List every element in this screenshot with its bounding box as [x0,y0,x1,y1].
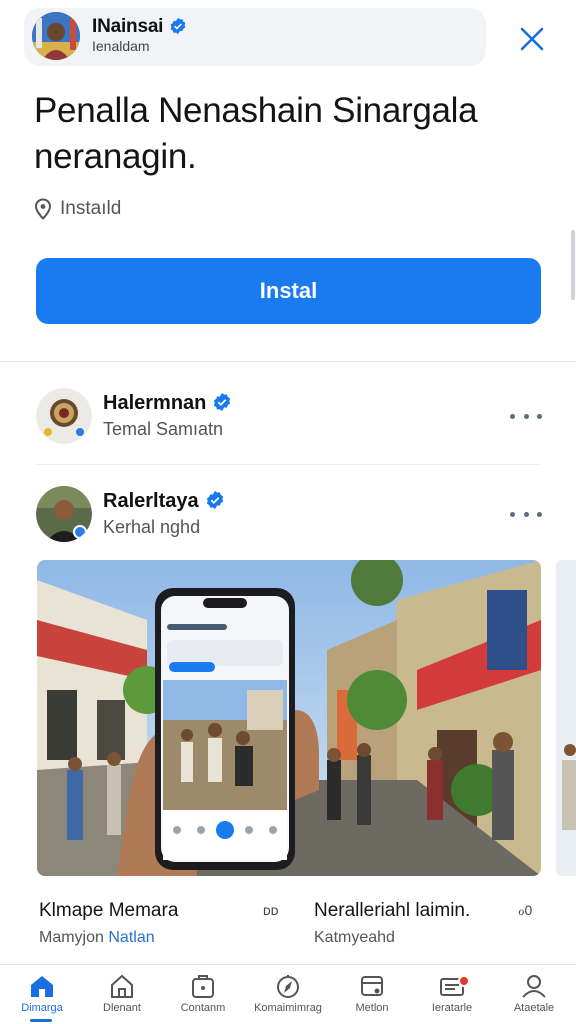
nav-label: Ieratarle [431,1002,473,1014]
account-row[interactable]: Ralerltaya Kerhal nghd [36,486,546,546]
page-title: Penalla Nenashain Sinargala neranagin. [34,91,478,176]
header-name: INainsai [92,16,187,38]
nav-label: Contanm [180,1002,226,1014]
active-tab-indicator [30,1019,52,1022]
nav-label: Komaimimrag [254,1002,322,1014]
nav-label: Dlenant [103,1002,141,1014]
scrollbar[interactable] [571,230,575,300]
account-row[interactable]: Halermnan Temal Samıatn [36,388,546,448]
more-dot-icon [537,413,542,419]
more-dot-icon [523,511,529,517]
store-icon [111,974,133,998]
notification-badge [458,975,470,987]
avatar[interactable] [36,388,92,444]
verified-icon [206,491,223,509]
card-subtitle-text: Katmyeahd [314,929,395,946]
card-subtitle-text: Mamyjon [39,929,109,946]
location-text: Instaıld [60,198,122,219]
avatar[interactable] [36,486,92,542]
close-button[interactable] [512,22,552,56]
media-icon [361,976,383,996]
nav-item-profile[interactable]: Ataetale [494,973,574,1024]
nav-label: Ataetale [513,1002,555,1014]
verified-icon [214,393,231,411]
nav-item-explore[interactable]: Komaimimrag [248,973,328,1024]
card-meta: ℴ0 [518,902,533,918]
account-name[interactable]: Halermnan [103,392,232,415]
home-icon [31,976,53,997]
more-options-button[interactable] [510,406,542,426]
nav-item-store[interactable]: Dlenant [82,973,162,1024]
card-subtitle: Mamyjon Natlan [39,929,155,947]
header-subtitle: Ienaldam [92,38,150,54]
profile-icon [522,975,546,998]
avatar[interactable] [32,12,80,60]
more-dot-icon [510,511,515,517]
more-dot-icon [523,413,529,419]
account-name-text: Halermnan [103,392,207,414]
bottom-navigation: Dimarga Dlenant Contanm Komaimimrag Metl… [0,964,576,1024]
verified-icon [170,17,186,35]
compass-icon [277,975,299,998]
install-button[interactable]: Instal [36,258,541,324]
close-icon [520,27,544,51]
next-card-preview[interactable] [556,560,576,876]
briefcase-icon [192,975,214,998]
account-subtitle: Temal Samıatn [103,419,224,439]
nav-item-media[interactable]: Metlon [332,973,412,1024]
location-pin-icon [34,198,52,220]
header-name-text: INainsai [92,16,164,37]
location-row: Instaıld [34,198,121,220]
nav-item-home[interactable]: Dimarga [2,973,82,1024]
nav-label: Dimarga [21,1002,63,1014]
nav-label: Metlon [355,1002,389,1014]
hero-image[interactable] [37,560,541,876]
card-meta: ᴅᴅ [263,902,279,918]
section-divider [0,361,576,362]
nav-item-content[interactable]: Contanm [163,973,243,1024]
card-title[interactable]: Klmape Memara [39,900,178,922]
account-subtitle: Kerhal nghd [103,517,201,537]
row-divider [36,464,541,465]
nav-item-inbox[interactable]: Ieratarle [412,973,492,1024]
card-subtitle: Katmyeahd [314,929,395,947]
card-title[interactable]: Neralleriahl laimin. [314,900,470,922]
more-dot-icon [537,511,542,517]
more-options-button[interactable] [510,504,542,524]
account-name-text: Ralerltaya [103,490,199,512]
account-name[interactable]: Ralerltaya [103,490,225,513]
more-dot-icon [510,413,515,419]
card-subtitle-link[interactable]: Natlan [108,929,154,946]
